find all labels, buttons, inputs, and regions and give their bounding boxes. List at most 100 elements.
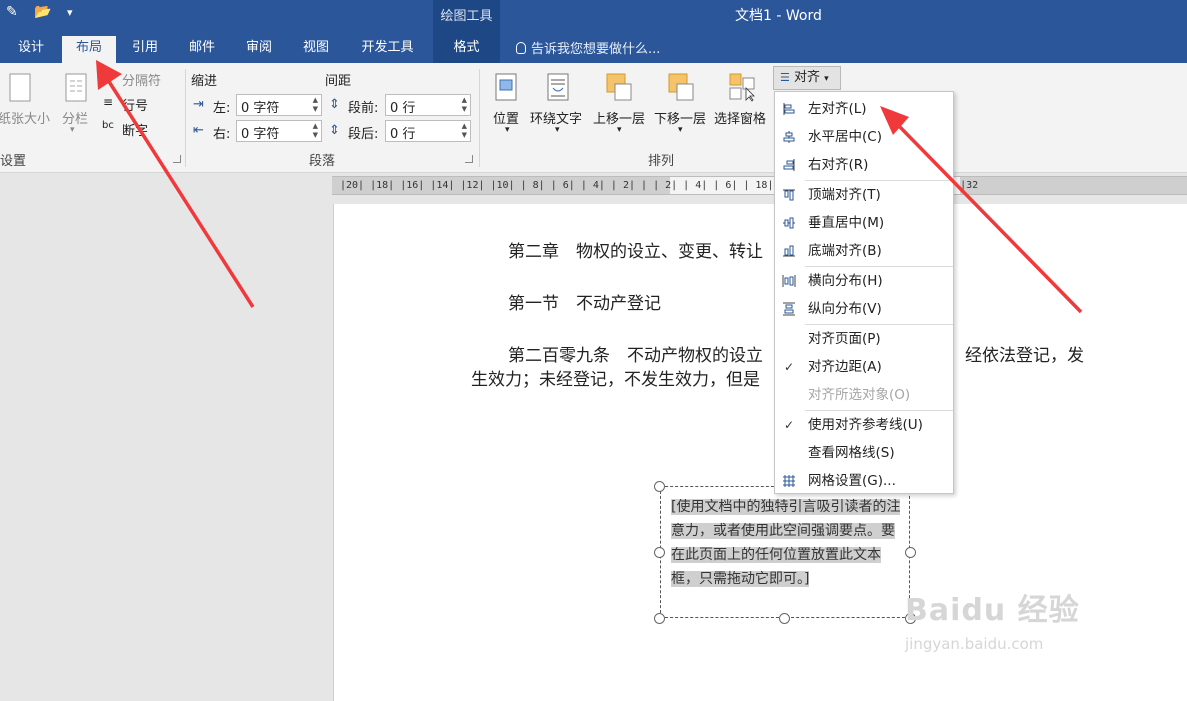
indent-left-icon: ⇥ bbox=[193, 97, 204, 112]
paragraph-launcher[interactable] bbox=[465, 155, 473, 163]
align-top-icon bbox=[783, 189, 795, 201]
align-left-icon bbox=[783, 103, 795, 115]
paper-size-icon bbox=[9, 73, 31, 102]
tab-references[interactable]: 引用 bbox=[120, 36, 170, 63]
drawing-tools-label: 绘图工具 bbox=[440, 9, 493, 24]
resize-handle[interactable] bbox=[654, 547, 665, 558]
menu-item-label: 对齐页面(P) bbox=[808, 331, 881, 347]
page-setup-group-label: 设置 bbox=[0, 154, 27, 169]
menu-item-label: 左对齐(L) bbox=[808, 101, 867, 117]
resize-handle[interactable] bbox=[654, 613, 665, 624]
menu-item-align-right[interactable]: 右对齐(R) bbox=[775, 151, 953, 179]
menu-item-label: 纵向分布(V) bbox=[808, 301, 882, 317]
menu-item-align-center[interactable]: 水平居中(C) bbox=[775, 123, 953, 151]
menu-item-label: 使用对齐参考线(U) bbox=[808, 417, 923, 433]
doc-line-article[interactable]: 第二百零九条 不动产物权的设立 bbox=[508, 341, 763, 366]
doc-line-continuation[interactable]: 生效力；未经登记，不发生效力，但是 bbox=[471, 365, 760, 390]
selection-pane-button[interactable]: 选择窗格 bbox=[714, 108, 766, 127]
tab-mailings[interactable]: 邮件 bbox=[177, 36, 227, 63]
line-numbers-icon: ≡ bbox=[103, 95, 114, 109]
menu-item-label: 垂直居中(M) bbox=[808, 215, 885, 231]
selection-pane-icon bbox=[729, 73, 755, 102]
menu-item-view-gridlines[interactable]: 查看网格线(S) bbox=[775, 439, 953, 467]
grid-settings-icon bbox=[783, 475, 795, 487]
menu-item-alignment-guides[interactable]: ✓ 使用对齐参考线(U) bbox=[775, 411, 953, 439]
align-center-icon bbox=[783, 131, 795, 143]
workspace-left bbox=[0, 173, 332, 701]
hyphenation-button[interactable]: 断字 bbox=[122, 120, 148, 139]
line-numbers-button[interactable]: 行号 bbox=[122, 95, 148, 114]
tab-format[interactable]: 格式 bbox=[433, 36, 500, 63]
open-folder-icon[interactable]: 📂 bbox=[34, 4, 51, 20]
spacing-after-input[interactable]: 0 行 ▲ ▼ bbox=[385, 120, 471, 142]
align-bottom-icon bbox=[783, 245, 795, 257]
tab-layout[interactable]: 布局 bbox=[62, 36, 116, 63]
spinner-icon[interactable]: ▲ ▼ bbox=[462, 122, 467, 140]
spacing-before-input[interactable]: 0 行 ▲ ▼ bbox=[385, 94, 471, 116]
send-backward-icon bbox=[668, 73, 694, 101]
horizontal-ruler[interactable]: |20| |18| |16| |14| |12| |10| | 8| | 6| … bbox=[332, 176, 1187, 195]
menu-item-distribute-horizontal[interactable]: 横向分布(H) bbox=[775, 267, 953, 295]
indent-right-value: 0 字符 bbox=[241, 127, 280, 142]
customize-qat-icon[interactable]: ▾ bbox=[67, 6, 73, 19]
spinner-icon[interactable]: ▲ ▼ bbox=[313, 96, 318, 114]
indent-left-input[interactable]: 0 字符 ▲ ▼ bbox=[236, 94, 322, 116]
menu-item-label: 横向分布(H) bbox=[808, 273, 883, 289]
menu-item-distribute-vertical[interactable]: 纵向分布(V) bbox=[775, 295, 953, 323]
resize-handle[interactable] bbox=[654, 481, 665, 492]
tab-design[interactable]: 设计 bbox=[6, 36, 56, 63]
menu-item-align-top[interactable]: 顶端对齐(T) bbox=[775, 181, 953, 209]
indent-heading: 缩进 bbox=[191, 74, 218, 89]
indent-right-input[interactable]: 0 字符 ▲ ▼ bbox=[236, 120, 322, 142]
watermark-url: jingyan.baidu.com bbox=[905, 635, 1044, 653]
menu-item-label: 网格设置(G)... bbox=[808, 473, 896, 489]
spacing-before-value: 0 行 bbox=[390, 101, 416, 116]
align-dropdown-icon: ▾ bbox=[824, 74, 829, 84]
menu-item-align-left[interactable]: 左对齐(L) bbox=[775, 95, 953, 123]
spinner-icon[interactable]: ▲ ▼ bbox=[313, 122, 318, 140]
resize-handle[interactable] bbox=[905, 547, 916, 558]
edit-icon[interactable]: ✎ bbox=[6, 4, 18, 20]
doc-line-article-end[interactable]: 经依法登记，发 bbox=[965, 341, 1084, 366]
spacing-before-icon: ⇕ bbox=[329, 97, 340, 112]
window-title: 文档1 - Word bbox=[735, 8, 822, 24]
checkmark-icon: ✓ bbox=[784, 360, 795, 374]
menu-item-label: 对齐所选对象(O) bbox=[808, 387, 911, 403]
tab-review[interactable]: 审阅 bbox=[234, 36, 284, 63]
menu-item-align-page[interactable]: 对齐页面(P) bbox=[775, 325, 953, 353]
tab-view[interactable]: 视图 bbox=[291, 36, 341, 63]
menu-item-align-margin[interactable]: ✓ 对齐边距(A) bbox=[775, 353, 953, 381]
indent-right-icon: ⇤ bbox=[193, 123, 204, 138]
text-box-text: [使用文档中的独特引言吸引读者的注意力，或者使用此空间强调要点。要在此页面上的任… bbox=[671, 499, 901, 587]
paragraph-group-label: 段落 bbox=[309, 154, 336, 169]
columns-button[interactable]: 分栏 bbox=[62, 108, 88, 127]
tell-me-box[interactable]: 告诉我您想要做什么... bbox=[516, 38, 660, 57]
menu-item-grid-settings[interactable]: 网格设置(G)... bbox=[775, 467, 953, 495]
spinner-icon[interactable]: ▲ ▼ bbox=[462, 96, 467, 114]
spacing-before-label: 段前: bbox=[348, 101, 379, 116]
spacing-heading: 间距 bbox=[325, 74, 352, 89]
lightbulb-icon bbox=[516, 42, 526, 54]
breaks-button[interactable]: 分隔符 bbox=[122, 70, 161, 89]
indent-right-label: 右: bbox=[213, 127, 231, 142]
ribbon-separator bbox=[479, 69, 480, 167]
send-backward-dropdown-icon: ▾ bbox=[678, 125, 683, 135]
paper-size-button[interactable]: 纸张大小 bbox=[0, 108, 50, 127]
resize-handle[interactable] bbox=[779, 613, 790, 624]
menu-item-align-bottom[interactable]: 底端对齐(B) bbox=[775, 237, 953, 265]
text-box-content[interactable]: [使用文档中的独特引言吸引读者的注意力，或者使用此空间强调要点。要在此页面上的任… bbox=[671, 495, 905, 591]
align-button[interactable]: ☰ 对齐 ▾ bbox=[773, 66, 841, 90]
menu-item-label: 右对齐(R) bbox=[808, 157, 869, 173]
quote-text-box[interactable]: [使用文档中的独特引言吸引读者的注意力，或者使用此空间强调要点。要在此页面上的任… bbox=[660, 486, 910, 618]
doc-line-chapter[interactable]: 第二章 物权的设立、变更、转让 bbox=[508, 237, 763, 262]
align-icon: ☰ bbox=[780, 71, 790, 84]
align-button-label: 对齐 bbox=[794, 70, 821, 85]
menu-item-align-selected: 对齐所选对象(O) bbox=[775, 381, 953, 409]
page-setup-launcher[interactable] bbox=[173, 155, 181, 163]
menu-item-align-middle[interactable]: 垂直居中(M) bbox=[775, 209, 953, 237]
tab-developer[interactable]: 开发工具 bbox=[350, 36, 425, 63]
menu-item-label: 查看网格线(S) bbox=[808, 445, 895, 461]
baidu-watermark: Baidu 经验 jingyan.baidu.com bbox=[905, 585, 1080, 653]
doc-line-section[interactable]: 第一节 不动产登记 bbox=[508, 289, 661, 314]
menu-item-label: 底端对齐(B) bbox=[808, 243, 882, 259]
